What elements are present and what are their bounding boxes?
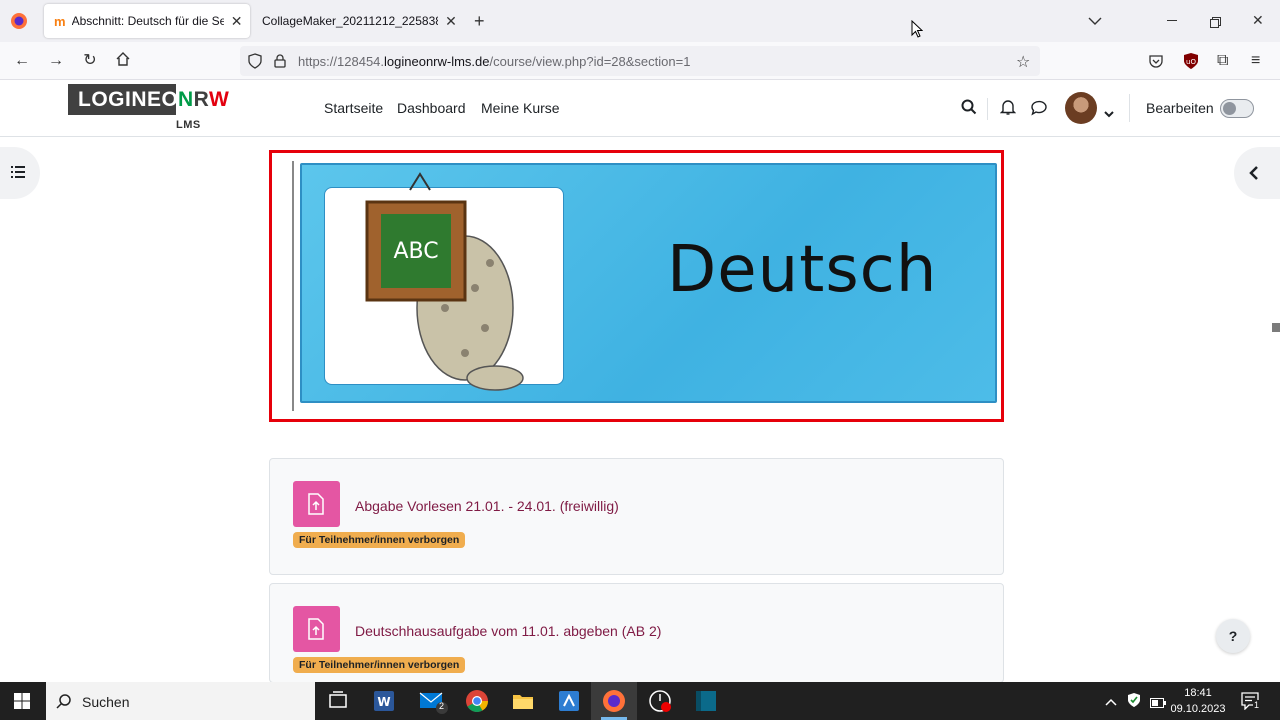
hidden-badge: Für Teilnehmer/innen verborgen — [293, 657, 466, 673]
tab-title: Abschnitt: Deutsch für die Seeh — [71, 14, 224, 28]
search-label: Suchen — [82, 694, 130, 710]
activity-card: Deutschhausaufgabe vom 11.01. abgeben (A… — [269, 583, 1004, 683]
extensions-icon[interactable]: ⧉ — [1217, 52, 1228, 70]
word-icon[interactable]: W — [371, 688, 397, 714]
firefox-view-icon[interactable] — [10, 12, 28, 30]
close-window-icon[interactable]: ✕ — [1252, 12, 1264, 29]
course-index-drawer-button[interactable] — [0, 147, 40, 199]
svg-text:ABC: ABC — [393, 239, 438, 264]
show-hidden-icons-icon[interactable] — [1105, 694, 1117, 712]
banner-title: Deutsch — [667, 233, 938, 307]
firefox-icon[interactable] — [601, 688, 627, 714]
home-icon[interactable] — [113, 51, 133, 71]
search-icon[interactable] — [960, 98, 980, 118]
minimize-icon[interactable] — [1167, 20, 1177, 21]
banner-divider — [292, 161, 294, 411]
divider — [1129, 94, 1130, 122]
recording-app-icon[interactable] — [647, 688, 673, 714]
browser-nav-bar: ← → ↻ https://128454.logineonrw-lms.de/c… — [0, 42, 1280, 80]
windows-start-icon[interactable] — [14, 693, 30, 714]
nav-startseite[interactable]: Startseite — [324, 100, 383, 116]
taskbar-search-box[interactable]: Suchen — [46, 682, 315, 720]
menu-icon[interactable]: ≡ — [1251, 52, 1260, 70]
tab-title: CollageMaker_20211212_225838520. — [262, 14, 438, 28]
battery-icon[interactable] — [1150, 695, 1166, 713]
file-explorer-icon[interactable] — [510, 688, 536, 714]
chevron-left-icon — [1249, 166, 1258, 180]
list-icon — [11, 166, 25, 178]
list-all-tabs-icon[interactable] — [1088, 13, 1102, 31]
close-tab-icon[interactable]: ✕ — [230, 13, 244, 30]
moodle-favicon-icon: m — [54, 13, 66, 29]
browser-tab-bar: m Abschnitt: Deutsch für die Seeh ✕ Coll… — [0, 0, 1280, 42]
tab-collage-maker[interactable]: CollageMaker_20211212_225838520. ✕ — [254, 4, 458, 38]
assignment-icon[interactable] — [293, 606, 340, 652]
system-clock[interactable]: 18:41 09.10.2023 — [1166, 685, 1230, 717]
hidden-badge: Für Teilnehmer/innen verborgen — [293, 532, 466, 548]
reload-icon[interactable]: ↻ — [80, 51, 100, 71]
search-icon — [56, 694, 71, 709]
restore-icon[interactable] — [1210, 15, 1221, 33]
security-shield-icon[interactable] — [1127, 692, 1141, 713]
teal-app-icon[interactable] — [693, 688, 719, 714]
block-drawer-button[interactable] — [1234, 147, 1280, 199]
nav-dashboard[interactable]: Dashboard — [397, 100, 466, 116]
url-text[interactable]: https://128454.logineonrw-lms.de/course/… — [298, 54, 690, 69]
help-button[interactable]: ? — [1216, 619, 1250, 653]
seal-with-blackboard-illustration: ABC — [365, 172, 524, 391]
course-banner-image: ABC Deutsch — [269, 150, 1004, 422]
messages-icon[interactable] — [1030, 98, 1050, 118]
tab-moodle-section[interactable]: m Abschnitt: Deutsch für die Seeh ✕ — [44, 4, 250, 38]
logo-lms-text: LMS — [176, 119, 201, 131]
task-view-icon[interactable] — [325, 688, 351, 714]
activity-link[interactable]: Abgabe Vorlesen 21.01. - 24.01. (freiwil… — [355, 498, 619, 514]
forward-icon[interactable]: → — [46, 51, 66, 71]
nav-meine-kurse[interactable]: Meine Kurse — [481, 100, 560, 116]
lock-icon[interactable] — [274, 54, 286, 73]
clock-date: 09.10.2023 — [1170, 703, 1226, 715]
banner-illustration-card: ABC — [324, 172, 564, 391]
edit-mode-label: Bearbeiten — [1146, 100, 1214, 116]
tracking-protection-icon[interactable] — [248, 53, 262, 74]
logo-nrw-text: NRW — [178, 88, 230, 111]
edit-mode-toggle[interactable] — [1220, 99, 1254, 118]
close-tab-icon[interactable]: ✕ — [444, 13, 458, 30]
chevron-down-icon[interactable] — [1104, 105, 1114, 123]
clock-time: 18:41 — [1184, 687, 1212, 699]
notification-bell-icon[interactable] — [999, 98, 1020, 118]
windows-taskbar: Suchen W 2 18:41 09.10.2023 1 — [0, 682, 1280, 720]
app-store-icon[interactable] — [556, 688, 582, 714]
bookmark-star-icon[interactable]: ☆ — [1016, 52, 1030, 72]
svg-text:W: W — [377, 695, 390, 709]
logo-main-text: LOGINEO — [68, 84, 178, 115]
notification-center-icon[interactable]: 1 — [1241, 692, 1261, 715]
ublock-origin-icon[interactable]: uO — [1183, 52, 1199, 75]
mail-badge: 2 — [439, 701, 445, 711]
chrome-icon[interactable] — [464, 688, 490, 714]
mouse-cursor-icon — [911, 19, 924, 43]
back-icon[interactable]: ← — [12, 51, 32, 71]
svg-text:uO: uO — [1186, 58, 1196, 66]
site-header: LOGINEO NRW LMS Startseite Dashboard Mei… — [0, 80, 1280, 137]
url-bar[interactable]: https://128454.logineonrw-lms.de/course/… — [240, 46, 1040, 76]
notification-count: 1 — [1253, 700, 1261, 710]
user-avatar[interactable] — [1065, 92, 1097, 124]
assignment-icon[interactable] — [293, 481, 340, 527]
divider — [987, 98, 988, 120]
scrollbar-thumb[interactable] — [1272, 323, 1280, 332]
logineo-logo[interactable]: LOGINEO NRW LMS — [68, 84, 230, 134]
activity-link[interactable]: Deutschhausaufgabe vom 11.01. abgeben (A… — [355, 623, 661, 639]
new-tab-icon[interactable]: + — [474, 11, 485, 32]
mail-icon[interactable]: 2 — [418, 688, 448, 714]
pocket-icon[interactable] — [1148, 53, 1164, 74]
activity-card: Abgabe Vorlesen 21.01. - 24.01. (freiwil… — [269, 458, 1004, 575]
